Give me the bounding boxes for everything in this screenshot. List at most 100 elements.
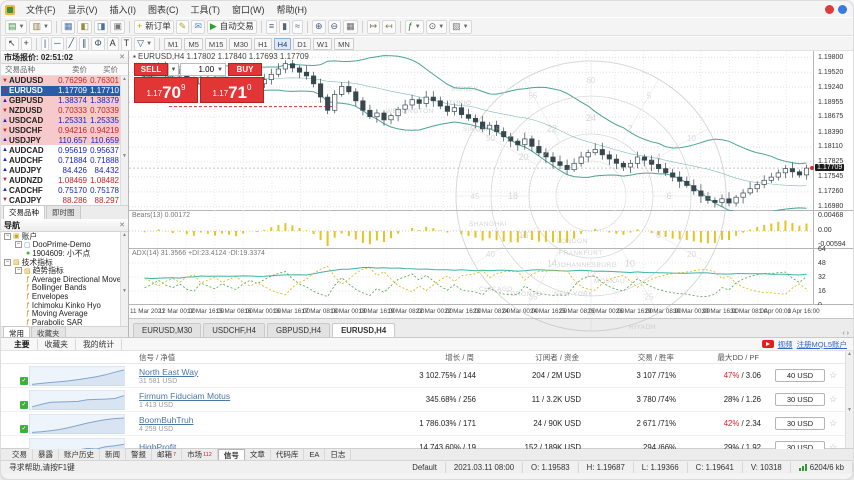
col-maxdd-pf[interactable]: 最大DD / PF [674,352,759,363]
new-order-button[interactable]: +新订单 [134,20,174,34]
market-watch-row-usdjpy[interactable]: ▲USDJPY110.657110.659 [1,136,128,146]
favorite-star-icon[interactable]: ☆ [825,442,841,449]
signal-row[interactable]: ✓HighProfit14 743.60% / 19152 / 189K USD… [1,436,853,449]
favorite-star-icon[interactable]: ☆ [825,370,841,381]
chart-tab-gbpusd-h4[interactable]: GBPUSD,H4 [267,323,330,337]
toolbox-tab-4[interactable]: 警报 [126,449,152,460]
text-button[interactable]: A [107,37,119,51]
market-watch-row-audcad[interactable]: ▲AUDCAD0.956190.95637 [1,145,128,155]
market-watch-tab-1[interactable]: 即时图 [46,205,81,219]
chart-shift-button[interactable]: ↤ [382,20,396,34]
col-bid[interactable]: 卖价 [51,64,87,75]
indicators-button[interactable]: ƒ▼ [405,20,424,34]
zoom-in-button[interactable]: ⊕ [312,20,326,34]
metaeditor-button[interactable]: ✎ [176,20,190,34]
tree-item[interactable]: ƒAverage Directional Move [1,275,128,284]
toolbox-tab-1[interactable]: 暴露 [33,449,59,460]
tree-item[interactable]: ƒBollinger Bands [1,284,128,293]
market-watch-row-usdcad[interactable]: ▲USDCAD1.253311.25335 [1,116,128,126]
data-window-button[interactable]: ◧ [77,20,92,34]
timeframe-h1[interactable]: H1 [254,38,272,50]
templates-button[interactable]: ▧▼ [449,20,471,34]
tile-windows-button[interactable]: ▦ [343,20,358,34]
tree-item[interactable]: −▨技术指标 [1,258,128,267]
market-watch-row-audjpy[interactable]: ▲AUDJPY84.42684.432 [1,165,128,175]
signal-row[interactable]: ✓Firmum Fiduciam Motus1 413 USD345.68% /… [1,388,853,412]
timeframe-m1[interactable]: M1 [164,38,182,50]
channel-button[interactable]: ∥ [79,37,90,51]
toolbox-tab-7[interactable]: 信号 [218,449,245,460]
cursor-button[interactable]: ↖ [5,37,19,51]
buy-button[interactable]: BUY [228,63,262,76]
timeframe-mn[interactable]: MN [334,38,354,50]
community-button[interactable]: ✉ [191,20,205,34]
menu-file[interactable]: 文件(F) [20,4,62,16]
horizontal-line-button[interactable]: ─ [51,37,63,51]
market-watch-button[interactable]: ▦ [61,20,76,34]
market-watch-row-audnzd[interactable]: ▼AUDNZD1.084691.08482 [1,175,128,185]
tree-item[interactable]: ƒMoving Average [1,309,128,318]
close-icon[interactable]: ✕ [119,221,125,229]
timeframe-m5[interactable]: M5 [184,38,202,50]
timeframe-m15[interactable]: M15 [205,38,228,50]
blue-community-icon[interactable] [838,5,847,14]
col-subscribers[interactable]: 订阅者 / 资金 [474,352,579,363]
toolbox-tab-8[interactable]: 文章 [245,449,271,460]
market-watch-row-nzdusd[interactable]: ▼NZDUSD0.703330.70339 [1,106,128,116]
menu-help[interactable]: 帮助(H) [271,4,314,16]
col-signal-equity[interactable]: 信号 / 净值 [139,352,364,363]
menu-window[interactable]: 窗口(W) [226,4,271,16]
market-watch-row-cadjpy[interactable]: ▼CADJPY88.28688.297 [1,195,128,205]
zoom-out-button[interactable]: ⊖ [328,20,342,34]
col-ask[interactable]: 买价 [87,64,121,75]
toolbox-tab-11[interactable]: 日志 [325,449,351,460]
new-chart-button[interactable]: ▤▼ [5,20,27,34]
terminal-button[interactable]: ▣ [110,20,125,34]
profiles-button[interactable]: ▥▼ [29,20,51,34]
toolbox-tab-10[interactable]: EA [304,449,325,460]
signals-scrollbar[interactable]: ▲▼ [845,351,853,448]
toolbox-tab-3[interactable]: 新闻 [100,449,126,460]
video-icon[interactable] [762,340,774,348]
toolbox-tab-5[interactable]: 邮箱7 [152,449,182,460]
signals-tab-0[interactable]: 主要 [7,339,38,350]
favorite-star-icon[interactable]: ☆ [825,394,841,405]
signal-row[interactable]: ✓North East Way31 581 USD3 102.75% / 144… [1,364,853,388]
chart-tabs-scroll-icons[interactable]: ‹ › [842,330,849,337]
menu-tools[interactable]: 工具(T) [185,4,227,16]
menu-view[interactable]: 显示(V) [62,4,104,16]
volume-dropdown-icon[interactable]: ▼ [217,67,223,73]
tree-item[interactable]: ƒIchimoku Kinko Hyo [1,301,128,310]
signal-price-button[interactable]: 30 USD [775,393,825,406]
signal-price-button[interactable]: 30 USD [775,417,825,430]
navigator-button[interactable]: ◨ [94,20,109,34]
signal-name-link[interactable]: North East Way [139,367,366,377]
chart-tab-eurusd-m30[interactable]: EURUSD,M30 [133,323,201,337]
market-watch-row-audusd[interactable]: ▼AUDUSD0.762960.76301 [1,76,128,86]
collapse-icon[interactable]: − [15,241,22,248]
col-growth[interactable]: 增长 / 周 [364,352,474,363]
market-watch-row-gbpusd[interactable]: ▲GBPUSD1.383741.38379 [1,96,128,106]
signal-row[interactable]: ✓BoomBuhTruh4 259 USD1 786.03% / 17124 /… [1,412,853,436]
signals-tab-2[interactable]: 我的统计 [76,339,122,350]
register-mql5-link[interactable]: 注册MQL5账户 [797,339,847,350]
chart-tab-usdchf-h4[interactable]: USDCHF,H4 [203,323,265,337]
toolbox-tab-2[interactable]: 账户历史 [59,449,100,460]
signals-tab-1[interactable]: 收藏夹 [38,339,76,350]
chart-tab-eurusd-h4[interactable]: EURUSD,H4 [332,323,395,337]
tree-item[interactable]: −▣账户 [1,232,128,241]
crosshair-button[interactable]: + [21,37,32,51]
signal-price-button[interactable]: 40 USD [775,369,825,382]
bar-chart-button[interactable]: ≡ [266,20,277,34]
collapse-icon[interactable]: − [4,259,11,266]
volume-input[interactable]: 1.00▼ [180,63,226,76]
tree-item[interactable]: −▨趋势指标 [1,266,128,275]
adx-lines-chart[interactable] [129,249,815,305]
timeframe-w1[interactable]: W1 [313,38,332,50]
sell-price-panel[interactable]: 1.17709 [134,77,198,103]
red-notification-icon[interactable] [825,5,834,14]
tree-item[interactable]: ƒParabolic SAR [1,318,128,326]
favorite-star-icon[interactable]: ☆ [825,418,841,429]
toolbox-tab-9[interactable]: 代码库 [271,449,305,460]
trendline-button[interactable]: ╱ [66,37,77,51]
